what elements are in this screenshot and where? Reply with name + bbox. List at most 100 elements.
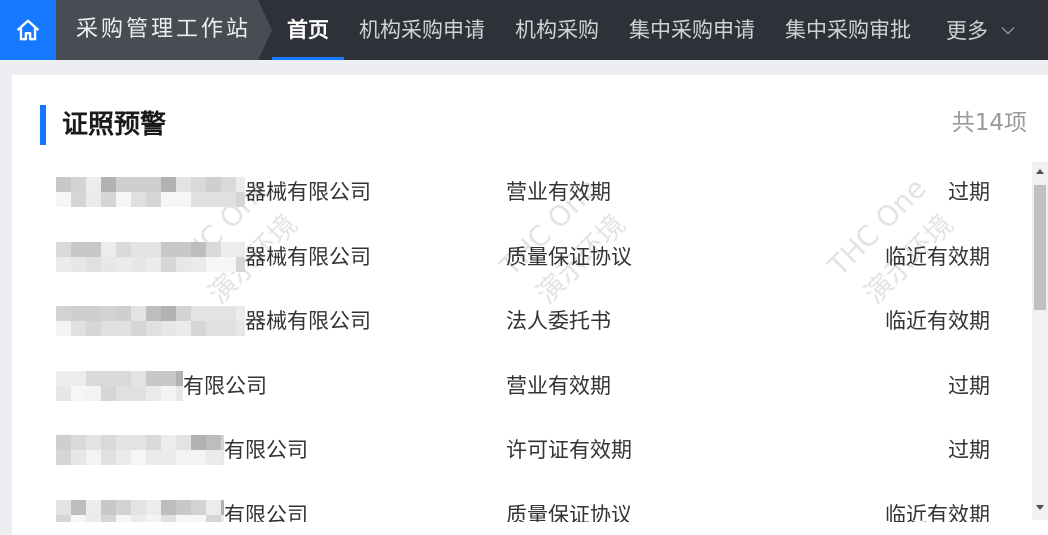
redacted-name-mosaic — [56, 177, 245, 207]
more-menu-button[interactable]: 更多 — [946, 0, 1026, 60]
mosaic-cell — [176, 321, 191, 336]
mosaic-cell — [161, 177, 176, 192]
mosaic-cell — [161, 370, 176, 386]
license-warning-panel: 证照预警 共14项 器械有限公司 营业有效期 过期 器械有限公司 质量保证协议 … — [12, 75, 1048, 535]
home-icon — [17, 19, 39, 41]
company-name-suffix: 有限公司 — [224, 438, 308, 462]
redacted-name-mosaic — [56, 499, 224, 522]
tab-label: 机构采购申请 — [359, 18, 485, 42]
mosaic-cell — [236, 321, 245, 336]
tab-home[interactable]: 首页 — [272, 0, 344, 60]
scroll-up-arrow[interactable] — [1036, 169, 1044, 174]
tab-label: 机构采购 — [515, 18, 599, 42]
mosaic-cell — [116, 306, 131, 321]
mosaic-cell — [146, 241, 161, 257]
mosaic-cell — [131, 499, 146, 515]
list-item[interactable]: 有限公司 营业有效期 过期 — [12, 354, 1032, 418]
mosaic-cell — [131, 450, 146, 465]
mosaic-cell — [71, 435, 86, 450]
mosaic-cell — [71, 306, 86, 321]
mosaic-cell — [86, 256, 101, 272]
list-item[interactable]: 器械有限公司 质量保证协议 临近有效期 — [12, 225, 1032, 289]
mosaic-cell — [116, 256, 131, 272]
mosaic-cell — [86, 514, 101, 522]
tab-institution-purchase[interactable]: 机构采购 — [500, 0, 614, 60]
license-type: 许可证有效期 — [506, 438, 632, 462]
mosaic-cell — [86, 385, 101, 401]
mosaic-cell — [86, 321, 101, 336]
mosaic-cell — [176, 514, 191, 522]
mosaic-cell — [146, 256, 161, 272]
mosaic-cell — [236, 192, 245, 207]
tab-central-purchase-approval[interactable]: 集中采购审批 — [770, 0, 926, 60]
mosaic-cell — [56, 241, 71, 257]
mosaic-cell — [146, 370, 161, 386]
mosaic-cell — [71, 385, 86, 401]
mosaic-cell — [71, 241, 86, 257]
mosaic-cell — [236, 241, 245, 257]
mosaic-cell — [146, 514, 161, 522]
redacted-name-mosaic — [56, 241, 245, 272]
mosaic-cell — [71, 450, 86, 465]
mosaic-cell — [86, 370, 101, 386]
scroll-down-arrow[interactable] — [1036, 505, 1044, 510]
license-status: 临近有效期 — [885, 502, 990, 523]
mosaic-cell — [161, 241, 176, 257]
mosaic-cell — [161, 435, 176, 450]
list-scrollbar[interactable] — [1032, 162, 1048, 520]
mosaic-cell — [176, 177, 191, 192]
mosaic-cell — [101, 321, 116, 336]
mosaic-cell — [116, 192, 131, 207]
mosaic-cell — [221, 514, 224, 522]
mosaic-cell — [236, 306, 245, 321]
mosaic-cell — [206, 177, 221, 192]
mosaic-cell — [236, 177, 245, 192]
mosaic-cell — [206, 321, 221, 336]
mosaic-cell — [161, 385, 176, 401]
mosaic-cell — [101, 450, 116, 465]
mosaic-cell — [71, 192, 86, 207]
mosaic-cell — [146, 385, 161, 401]
mosaic-cell — [56, 385, 71, 401]
mosaic-cell — [176, 435, 191, 450]
company-name-suffix: 器械有限公司 — [245, 180, 371, 204]
mosaic-cell — [191, 241, 206, 257]
license-status: 临近有效期 — [885, 244, 990, 269]
mosaic-cell — [71, 499, 86, 515]
mosaic-cell — [86, 241, 101, 257]
mosaic-cell — [206, 435, 221, 450]
list-item[interactable]: 器械有限公司 法人委托书 临近有效期 — [12, 289, 1032, 353]
mosaic-cell — [191, 450, 206, 465]
tab-central-purchase-request[interactable]: 集中采购申请 — [614, 0, 770, 60]
mosaic-cell — [221, 306, 236, 321]
mosaic-cell — [146, 450, 161, 465]
mosaic-cell — [161, 321, 176, 336]
mosaic-cell — [206, 192, 221, 207]
chevron-down-icon — [1001, 27, 1015, 35]
mosaic-cell — [206, 450, 221, 465]
mosaic-cell — [131, 256, 146, 272]
mosaic-cell — [176, 385, 183, 401]
mosaic-cell — [221, 256, 236, 272]
tab-institution-purchase-request[interactable]: 机构采购申请 — [344, 0, 500, 60]
mosaic-cell — [56, 514, 71, 522]
redacted-name-mosaic — [56, 306, 245, 336]
mosaic-cell — [191, 306, 206, 321]
mosaic-cell — [146, 192, 161, 207]
scroll-thumb[interactable] — [1034, 185, 1046, 310]
company-name: 器械有限公司 — [56, 306, 371, 336]
app-title-block[interactable]: 采购管理工作站 — [56, 0, 272, 60]
mosaic-cell — [236, 256, 245, 272]
mosaic-cell — [116, 321, 131, 336]
list-item[interactable]: 有限公司 许可证有效期 过期 — [12, 418, 1032, 482]
home-button[interactable] — [0, 0, 56, 60]
mosaic-cell — [116, 370, 131, 386]
list-item[interactable]: 器械有限公司 营业有效期 过期 — [12, 160, 1032, 224]
mosaic-cell — [56, 192, 71, 207]
mosaic-cell — [146, 321, 161, 336]
license-type: 法人委托书 — [506, 309, 611, 333]
mosaic-cell — [101, 514, 116, 522]
company-name-suffix: 有限公司 — [183, 373, 267, 398]
mosaic-cell — [116, 435, 131, 450]
list-item[interactable]: 有限公司 质量保证协议 临近有效期 — [12, 483, 1032, 523]
